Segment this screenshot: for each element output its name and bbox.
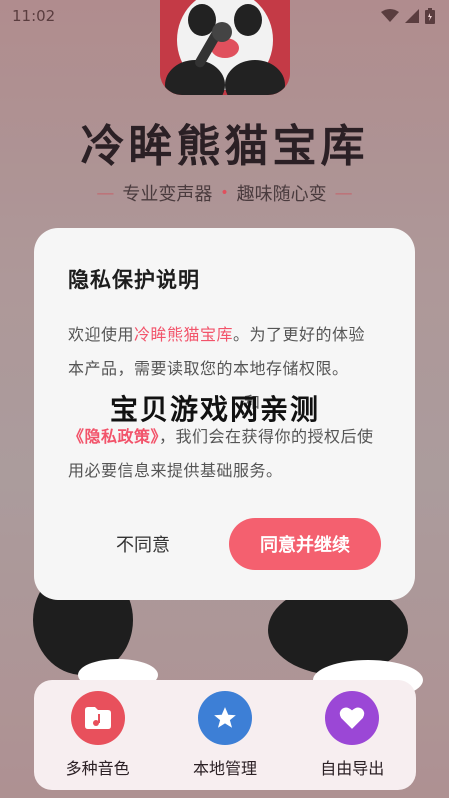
tagline-right: 趣味随心变	[236, 184, 327, 205]
tagline-left: 专业变声器	[122, 184, 213, 205]
tool-voices[interactable]: 多种音色	[38, 691, 158, 779]
app-title: 冷眸熊猫宝库	[80, 121, 369, 172]
star-icon	[197, 691, 252, 745]
privacy-policy-link[interactable]: 《隐私政策》	[68, 427, 159, 446]
body-app-name: 冷眸熊猫宝库	[134, 325, 234, 344]
tool-export-label: 自由导出	[320, 759, 385, 778]
wifi-icon	[381, 9, 399, 23]
signal-icon	[405, 9, 419, 23]
watermark-text: 宝贝游戏网亲测	[110, 393, 321, 426]
disagree-button[interactable]: 不同意	[68, 531, 218, 557]
music-folder-icon	[70, 691, 125, 745]
tool-export[interactable]: 自由导出	[292, 691, 412, 779]
status-time: 11:02	[12, 7, 56, 25]
tool-voices-label: 多种音色	[65, 759, 130, 778]
dialog-title: 隐私保护说明	[68, 268, 200, 292]
agree-continue-button[interactable]: 同意并继续	[229, 518, 381, 570]
tool-local-manage[interactable]: 本地管理	[165, 691, 285, 779]
dialog-actions: 不同意 同意并继续	[68, 518, 381, 570]
privacy-dialog: 隐私保护说明 欢迎使用冷眸熊猫宝库。为了更好的体验本产品，需要读取您的本地存储权…	[34, 228, 415, 600]
battery-icon	[425, 8, 435, 24]
tagline: — 专业变声器 • 趣味随心变 —	[0, 180, 449, 206]
status-bar: 11:02	[0, 0, 449, 32]
body-prefix: 欢迎使用	[68, 325, 135, 344]
bottom-feature-bar: 多种音色 本地管理 自由导出	[34, 680, 416, 790]
tool-local-manage-label: 本地管理	[192, 759, 257, 778]
tagline-dot: •	[220, 185, 229, 201]
tagline-dash-right: —	[334, 182, 353, 204]
tagline-dash-left: —	[96, 182, 115, 204]
status-icons	[381, 8, 435, 24]
heart-icon	[325, 691, 380, 745]
